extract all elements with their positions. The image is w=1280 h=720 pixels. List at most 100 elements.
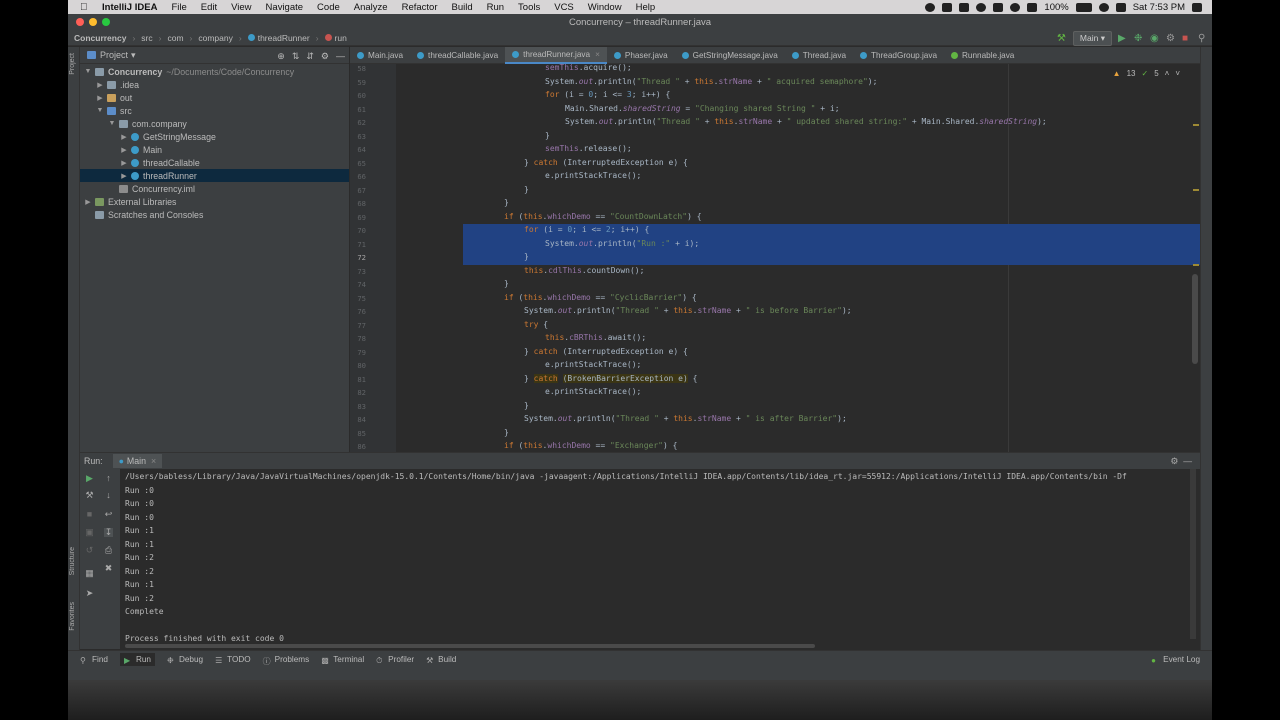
error-stripe-marker[interactable] [1193,124,1199,126]
run-icon[interactable]: ▶ [1118,33,1128,44]
app-tray-icon[interactable] [976,2,987,12]
breadcrumb-method[interactable]: run [324,33,347,43]
minimize-window-button[interactable] [89,18,97,26]
close-window-button[interactable] [76,18,84,26]
tab-getstringmessage-java[interactable]: GetStringMessage.java [675,47,785,64]
breadcrumb-com[interactable]: com › [167,33,192,43]
tab-thread-java[interactable]: Thread.java [785,47,853,64]
build-hammer-icon[interactable]: ⚒ [1057,33,1067,44]
project-view-select[interactable]: Project [100,50,128,60]
menu-help[interactable]: Help [636,2,656,13]
up-arrow-icon[interactable]: ↑ [104,474,113,483]
chevron-down-icon[interactable]: ▼ [108,120,116,127]
tool-tab-todo[interactable]: ☰ TODO [215,655,251,665]
gear-icon[interactable]: ⚙ [321,51,329,62]
wifi-icon[interactable] [1027,2,1038,12]
scroll-to-end-icon[interactable]: ↧ [104,528,113,537]
tab-threadgroup-java[interactable]: ThreadGroup.java [853,47,944,64]
chevron-down-icon[interactable]: ▼ [96,107,104,114]
tree-item-out[interactable]: ▶ out [80,91,349,104]
chevron-right-icon[interactable]: ▶ [120,133,128,141]
locate-icon[interactable]: ⊕ [277,51,285,62]
search-icon[interactable] [1098,2,1109,12]
layout-icon[interactable]: ▦ [85,569,94,578]
tree-item-threadcallable[interactable]: ▶ threadCallable [80,156,349,169]
tool-tab-profiler[interactable]: ⏱ Profiler [376,655,414,665]
structure-stripe-button[interactable]: Structure [69,547,76,575]
error-stripe-marker[interactable] [1193,189,1199,191]
menu-view[interactable]: View [231,2,251,13]
rerun-icon[interactable]: ▶ [85,474,94,483]
breadcrumb-class[interactable]: threadRunner › [247,33,319,43]
tree-item-concurrency-iml[interactable]: Concurrency.iml [80,182,349,195]
tab-runnable-java[interactable]: Runnable.java [944,47,1021,64]
menu-edit[interactable]: Edit [201,2,217,13]
notification-icon[interactable] [1192,2,1202,12]
menu-code[interactable]: Code [317,2,340,13]
console-horizontal-scrollbar[interactable] [125,644,815,648]
tree-item-getstringmessage[interactable]: ▶ GetStringMessage [80,130,349,143]
tool-tab-event-log[interactable]: ● Event Log [1151,655,1200,665]
close-tab-icon[interactable]: × [151,456,156,466]
tab-main-java[interactable]: Main.java [350,47,410,64]
app-tray-icon[interactable] [959,2,970,12]
profile-icon[interactable]: ⚙ [1166,33,1176,44]
tree-item-concurrency[interactable]: ▼ Concurrency ~/Documents/Code/Concurrency [80,65,349,78]
zoom-window-button[interactable] [102,18,110,26]
tab-phaser-java[interactable]: Phaser.java [607,47,675,64]
chevron-right-icon[interactable]: ▶ [96,94,104,102]
pin-icon[interactable]: ➤ [85,589,94,598]
app-tray-icon[interactable] [942,2,953,12]
control-center-icon[interactable] [1115,2,1126,12]
hide-icon[interactable]: — [1183,456,1192,466]
run-tab-main[interactable]: ● Main × [112,454,163,468]
hide-icon[interactable]: — [336,51,345,62]
trash-icon[interactable]: ✖ [104,564,113,573]
record-icon[interactable] [925,2,936,12]
debug-icon[interactable]: ❉ [1134,33,1144,44]
app-tray-icon[interactable] [1010,2,1021,12]
breadcrumb-project[interactable]: Concurrency › [74,33,135,43]
breadcrumb-company[interactable]: company › [198,33,241,43]
wrench-icon[interactable]: ⚒ [85,491,94,500]
tree-item-idea[interactable]: ▶ .idea [80,78,349,91]
tool-tab-build[interactable]: ⚒ Build [426,655,456,665]
stop-icon[interactable]: ■ [1182,33,1192,44]
menu-window[interactable]: Window [588,2,622,13]
tool-tab-terminal[interactable]: ▩ Terminal [321,655,364,665]
chevron-right-icon[interactable]: ▶ [84,198,92,206]
chevron-right-icon[interactable]: ▶ [96,81,104,89]
gear-icon[interactable]: ⚙ [1170,456,1178,466]
menu-navigate[interactable]: Navigate [266,2,304,13]
tab-threadrunner-java[interactable]: threadRunner.java × [505,46,607,64]
menu-tools[interactable]: Tools [518,2,540,13]
down-arrow-icon[interactable]: ↓ [104,491,113,500]
print-icon[interactable]: ⎙ [104,546,113,555]
run-console[interactable]: /Users/babless/Library/Java/JavaVirtualM… [120,469,1196,649]
error-stripe-marker[interactable] [1193,264,1199,266]
collapse-all-icon[interactable]: ⇵ [306,51,314,62]
tree-item-external-libraries[interactable]: ▶ External Libraries [80,195,349,208]
inspection-widget[interactable]: ▲ 13 ✓ 5 ˄ ˅ [1113,69,1180,78]
chevron-down-icon[interactable]: ˅ [1175,69,1180,78]
menu-build[interactable]: Build [451,2,472,13]
tree-item-com-company[interactable]: ▼ com.company [80,117,349,130]
stop-icon[interactable]: ■ [85,510,94,519]
tool-tab-run[interactable]: ▶ Run [119,653,155,666]
search-everywhere-icon[interactable]: ⚲ [1198,33,1208,44]
chevron-right-icon[interactable]: ▶ [120,159,128,167]
console-vertical-scrollbar[interactable] [1190,469,1196,639]
chevron-up-icon[interactable]: ˄ [1165,69,1170,78]
app-menu[interactable]: IntelliJ IDEA [102,2,157,13]
chevron-down-icon[interactable]: ▼ [84,68,92,75]
code-editor[interactable]: 58 59 60 61 62 63 64 65 66 67 68 69 70 7… [350,64,1200,452]
tree-item-scratches[interactable]: Scratches and Consoles [80,208,349,221]
tree-item-main[interactable]: ▶ Main [80,143,349,156]
tool-tab-find[interactable]: ⚲ Find [80,655,108,665]
clock[interactable]: Sat 7:53 PM [1133,2,1185,13]
chevron-right-icon[interactable]: ▶ [120,146,128,154]
tree-item-threadrunner[interactable]: ▶ threadRunner [80,169,349,182]
close-tab-icon[interactable]: × [595,50,600,59]
menu-file[interactable]: File [171,2,186,13]
tab-threadcallable-java[interactable]: threadCallable.java [410,47,505,64]
